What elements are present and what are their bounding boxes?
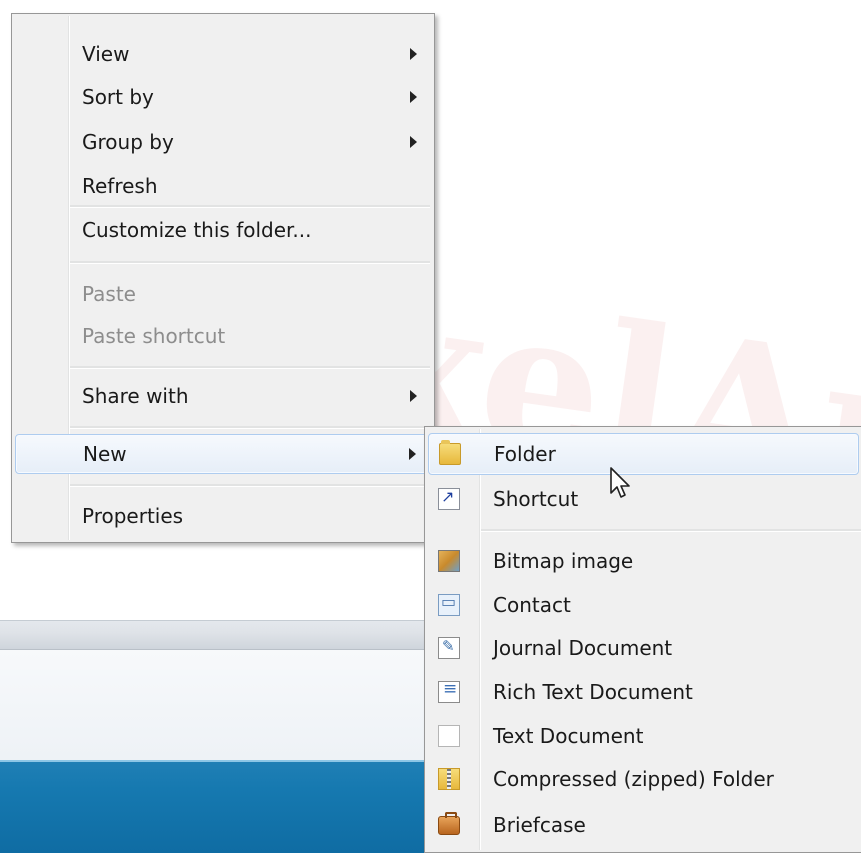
- menu-separator: [70, 484, 430, 487]
- submenu-item-label: Folder: [494, 442, 556, 466]
- menu-item-label: Share with: [82, 384, 189, 408]
- menu-separator: [70, 205, 430, 208]
- menu-item-label: View: [82, 42, 130, 66]
- submenu-item-label: Text Document: [493, 724, 644, 748]
- submenu-arrow-icon: [410, 136, 417, 148]
- submenu-arrow-icon: [410, 48, 417, 60]
- menu-item-label: Customize this folder...: [82, 218, 312, 242]
- submenu-item-label: Shortcut: [493, 487, 579, 511]
- compressed-folder-icon: [438, 768, 460, 790]
- submenu-arrow-icon: [409, 448, 416, 460]
- folder-icon: [439, 440, 461, 465]
- briefcase-icon: [438, 812, 460, 835]
- menu-item-customize-folder[interactable]: Customize this folder...: [15, 210, 431, 250]
- menu-item-label: Properties: [82, 504, 184, 528]
- menu-item-group-by[interactable]: Group by: [15, 122, 431, 162]
- journal-document-icon: [438, 637, 460, 659]
- submenu-item-journal-document[interactable]: Journal Document: [428, 628, 859, 668]
- submenu-item-text-document[interactable]: Text Document: [428, 716, 859, 756]
- submenu-item-label: Rich Text Document: [493, 680, 693, 704]
- menu-item-view[interactable]: View: [15, 34, 431, 74]
- menu-item-properties[interactable]: Properties: [15, 496, 431, 536]
- submenu-item-contact[interactable]: Contact: [428, 585, 859, 625]
- menu-item-paste-shortcut[interactable]: Paste shortcut: [15, 316, 431, 356]
- menu-separator: [481, 529, 861, 532]
- menu-item-label: Paste shortcut: [82, 324, 226, 348]
- shortcut-icon: [438, 487, 460, 510]
- new-submenu: Folder Shortcut Bitmap image Contact Jou…: [424, 426, 861, 853]
- submenu-arrow-icon: [410, 390, 417, 402]
- menu-item-new[interactable]: New: [15, 434, 431, 474]
- submenu-arrow-icon: [410, 91, 417, 103]
- menu-item-label: Refresh: [82, 174, 158, 198]
- menu-item-label: Group by: [82, 130, 174, 154]
- menu-separator: [70, 426, 430, 429]
- submenu-item-compressed-folder[interactable]: Compressed (zipped) Folder: [428, 759, 859, 799]
- context-menu: View Sort by Group by Refresh Customize …: [11, 13, 435, 543]
- menu-item-sort-by[interactable]: Sort by: [15, 77, 431, 117]
- submenu-item-briefcase[interactable]: Briefcase: [428, 805, 859, 845]
- menu-item-label: New: [83, 442, 127, 466]
- menu-item-label: Paste: [82, 282, 136, 306]
- submenu-item-bitmap-image[interactable]: Bitmap image: [428, 541, 859, 581]
- submenu-item-label: Bitmap image: [493, 549, 634, 573]
- menu-item-paste[interactable]: Paste: [15, 274, 431, 314]
- submenu-item-folder[interactable]: Folder: [428, 433, 859, 475]
- menu-separator: [70, 366, 430, 369]
- submenu-item-label: Compressed (zipped) Folder: [493, 767, 774, 791]
- submenu-item-shortcut[interactable]: Shortcut: [428, 479, 859, 519]
- contact-icon: [438, 592, 460, 616]
- menu-item-share-with[interactable]: Share with: [15, 376, 431, 416]
- menu-separator: [70, 261, 430, 264]
- rich-text-document-icon: [438, 679, 460, 703]
- submenu-item-rich-text-document[interactable]: Rich Text Document: [428, 672, 859, 712]
- mouse-cursor-icon: [610, 467, 630, 498]
- menu-item-refresh[interactable]: Refresh: [15, 166, 431, 206]
- bitmap-image-icon: [438, 550, 460, 572]
- menu-item-label: Sort by: [82, 85, 154, 109]
- submenu-item-label: Journal Document: [493, 636, 673, 660]
- text-document-icon: [438, 725, 460, 747]
- submenu-item-label: Briefcase: [493, 813, 586, 837]
- submenu-item-label: Contact: [493, 593, 571, 617]
